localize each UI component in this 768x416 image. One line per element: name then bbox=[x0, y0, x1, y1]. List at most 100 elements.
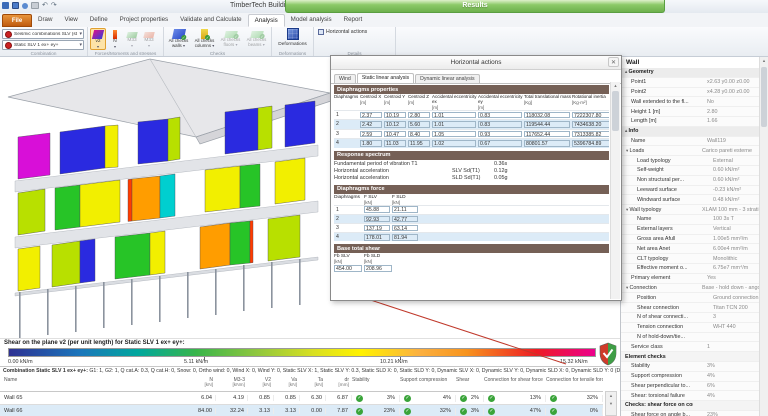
property-row[interactable]: Name Wall119 bbox=[621, 137, 760, 147]
property-row[interactable]: Shear connection Titan TCN 200 bbox=[621, 303, 760, 313]
centroid-z: 5.60 bbox=[408, 121, 430, 128]
property-row[interactable]: External layers Vertical bbox=[621, 225, 760, 235]
property-row[interactable]: Leeward surface -0.23 kN/m² bbox=[621, 186, 760, 196]
table-scrollbar[interactable]: ▲ ▼ bbox=[605, 391, 617, 416]
menu-tab[interactable]: View bbox=[58, 14, 83, 27]
property-row[interactable]: Net area Anet 6.00e4 mm²/m bbox=[621, 244, 760, 255]
property-row[interactable]: Shear: torsional failure 4% bbox=[621, 391, 760, 402]
combination-type-dropdown[interactable]: Seismic combinations SLV (st ▾ bbox=[2, 29, 84, 39]
file-menu-button[interactable]: File bbox=[2, 14, 32, 27]
diaphragm-row: 2 2.42 10.12 5.60 1.01 0.83 119544.44 74… bbox=[334, 119, 609, 129]
force-result-button[interactable]: v2 ▾ bbox=[90, 28, 106, 50]
checks-label-line2: floors ▾ bbox=[223, 41, 238, 47]
scroll-thumb[interactable] bbox=[612, 91, 619, 131]
menu-tab[interactable]: Draw bbox=[32, 14, 58, 27]
scroll-down-icon[interactable]: ▼ bbox=[606, 400, 616, 408]
results-column-header[interactable]: dr [mm] bbox=[326, 377, 352, 391]
property-row[interactable]: Support compression 4% bbox=[621, 372, 760, 382]
property-row[interactable]: Point1 x2.63 y0.00 z0.00 bbox=[621, 78, 760, 88]
property-row[interactable]: N of hold-down/tie... bbox=[621, 333, 760, 343]
property-row[interactable]: CLT typology Monolithic bbox=[621, 254, 760, 264]
property-row[interactable]: Effective moment o... 6.75e7 mm⁴/m bbox=[621, 264, 760, 274]
dialog-titlebar[interactable]: Horizontal actions ✕ bbox=[331, 56, 621, 70]
property-row[interactable]: N of shear connecti... 3 bbox=[621, 313, 760, 323]
property-row[interactable]: Primary element Yes bbox=[621, 274, 760, 284]
scroll-up-icon[interactable]: ▲ bbox=[611, 82, 620, 89]
dialog-scrollbar[interactable]: ▲ bbox=[610, 82, 620, 299]
property-row[interactable]: Checks: shear force on connections bbox=[621, 401, 760, 411]
menu-tab[interactable]: Validate and Calculate bbox=[174, 14, 247, 27]
property-row[interactable]: Height 1 [m] 2.80 bbox=[621, 107, 760, 117]
property-value: 23% bbox=[707, 412, 718, 416]
horizontal-actions-button[interactable]: Horizontal actions bbox=[318, 29, 395, 35]
undo-icon[interactable]: ↶ bbox=[42, 2, 48, 9]
combination-case-dropdown[interactable]: Static SLV 1 ex+ ey+ ▾ bbox=[2, 40, 84, 50]
force-result-button[interactable]: M33 ▾ bbox=[124, 28, 140, 50]
menu-tab[interactable]: Model analysis bbox=[285, 14, 338, 27]
property-label: Non structural per... bbox=[637, 177, 685, 184]
results-column-header[interactable]: N [kN] bbox=[188, 377, 216, 391]
va-value: 0.85 bbox=[274, 395, 300, 401]
property-row[interactable]: Gross area Afull 1.00e5 mm²/m bbox=[621, 235, 760, 245]
force-result-button[interactable]: N ▾ bbox=[107, 28, 123, 50]
rotational-inertia: 7313385.82 bbox=[572, 130, 609, 138]
panel-scrollbar[interactable]: ▲ bbox=[759, 57, 768, 416]
property-row[interactable]: Connection Base - hold down - angolari bbox=[621, 284, 760, 294]
save-icon[interactable] bbox=[12, 2, 19, 9]
menu-tab[interactable]: Report bbox=[338, 14, 369, 27]
menu-tab[interactable]: Project properties bbox=[114, 14, 175, 27]
results-contextual-tab[interactable]: Results bbox=[285, 0, 665, 13]
checks-icon: ✓ bbox=[249, 31, 265, 39]
results-table-row[interactable]: Wall 65 6.04 4.19 0.85 0.85 6.30 6.87 ✓ 3… bbox=[0, 392, 603, 405]
scroll-up-icon[interactable]: ▲ bbox=[760, 57, 768, 65]
column-header: Centroid X [m] bbox=[360, 94, 382, 105]
property-row[interactable]: Info bbox=[621, 126, 760, 137]
property-row[interactable]: Tension connection WHT 440 bbox=[621, 323, 760, 333]
property-row[interactable]: Wall extended to the fl... No bbox=[621, 97, 760, 108]
property-row[interactable]: Service class 1 bbox=[621, 342, 760, 353]
menu-tab[interactable]: Define bbox=[84, 14, 114, 27]
scroll-thumb[interactable] bbox=[761, 67, 767, 127]
check-ok-icon: ✓ bbox=[488, 394, 495, 402]
checks-icon: ✓ bbox=[171, 29, 187, 40]
property-row[interactable]: Name 100 3s T bbox=[621, 215, 760, 225]
app-icon[interactable] bbox=[2, 2, 9, 9]
property-row[interactable]: Element checks bbox=[621, 352, 760, 362]
results-column-header[interactable]: M3-3 [kNm] bbox=[216, 377, 248, 391]
results-column-header[interactable]: Va [kN] bbox=[274, 377, 300, 391]
force-result-button[interactable]: M33 ▾ bbox=[141, 28, 157, 50]
results-table-header: Name N [kN] M3-3 [kNm] V2 [kN] Va [kN] T… bbox=[0, 377, 603, 392]
results-table-row[interactable]: Wall 66 84.00 32.24 3.13 3.13 0.00 7.87 … bbox=[0, 405, 603, 416]
menu-tab[interactable]: Analysis bbox=[247, 14, 285, 27]
translational-mass: 80801.57 bbox=[524, 140, 570, 147]
property-row[interactable]: Point2 x4.28 y0.00 z0.00 bbox=[621, 88, 760, 98]
property-row[interactable]: Shear perpendicular to... 6% bbox=[621, 382, 760, 392]
property-row[interactable]: Stability 3% bbox=[621, 362, 760, 372]
property-row[interactable]: Windward surface 0.48 kN/m² bbox=[621, 195, 760, 206]
results-column-header[interactable]: V2 [kN] bbox=[248, 377, 274, 391]
print-icon[interactable] bbox=[31, 2, 39, 9]
property-row[interactable]: Length [m] 1.66 bbox=[621, 117, 760, 127]
results-column-header[interactable]: Ta [kN] bbox=[300, 377, 326, 391]
scroll-up-icon[interactable]: ▲ bbox=[606, 392, 616, 400]
property-row[interactable]: Non structural per... 0.60 kN/m² bbox=[621, 176, 760, 186]
property-row[interactable]: Position Ground connection bbox=[621, 293, 760, 304]
results-column-header[interactable]: Stability bbox=[352, 377, 400, 391]
close-icon[interactable]: ✕ bbox=[608, 57, 619, 67]
results-column-header[interactable]: Connection for shear force bbox=[484, 377, 546, 391]
property-row[interactable]: Geometry bbox=[621, 68, 760, 78]
property-row[interactable]: Shear force on angle b... 23% bbox=[621, 411, 760, 416]
info-icon[interactable] bbox=[22, 2, 28, 9]
results-column-header[interactable]: Shear bbox=[456, 377, 484, 391]
results-column-header[interactable]: Name bbox=[0, 377, 188, 391]
results-column-header[interactable]: Support compression bbox=[400, 377, 456, 391]
property-row[interactable]: Wall typology XLAM 100 mm - 3 strati bbox=[621, 205, 760, 215]
property-row[interactable]: Self-weight 0.60 kN/m² bbox=[621, 166, 760, 176]
menu-tab-label: View bbox=[64, 16, 78, 23]
property-row[interactable]: Load typology External bbox=[621, 156, 760, 166]
results-column-header[interactable]: Connection for tensile force bbox=[546, 377, 603, 391]
property-label: N of shear connecti... bbox=[637, 314, 688, 321]
dialog-title: Horizontal actions bbox=[450, 59, 502, 66]
property-row[interactable]: Loads Carico pareti esterne bbox=[621, 146, 760, 157]
redo-icon[interactable]: ↷ bbox=[51, 2, 57, 9]
